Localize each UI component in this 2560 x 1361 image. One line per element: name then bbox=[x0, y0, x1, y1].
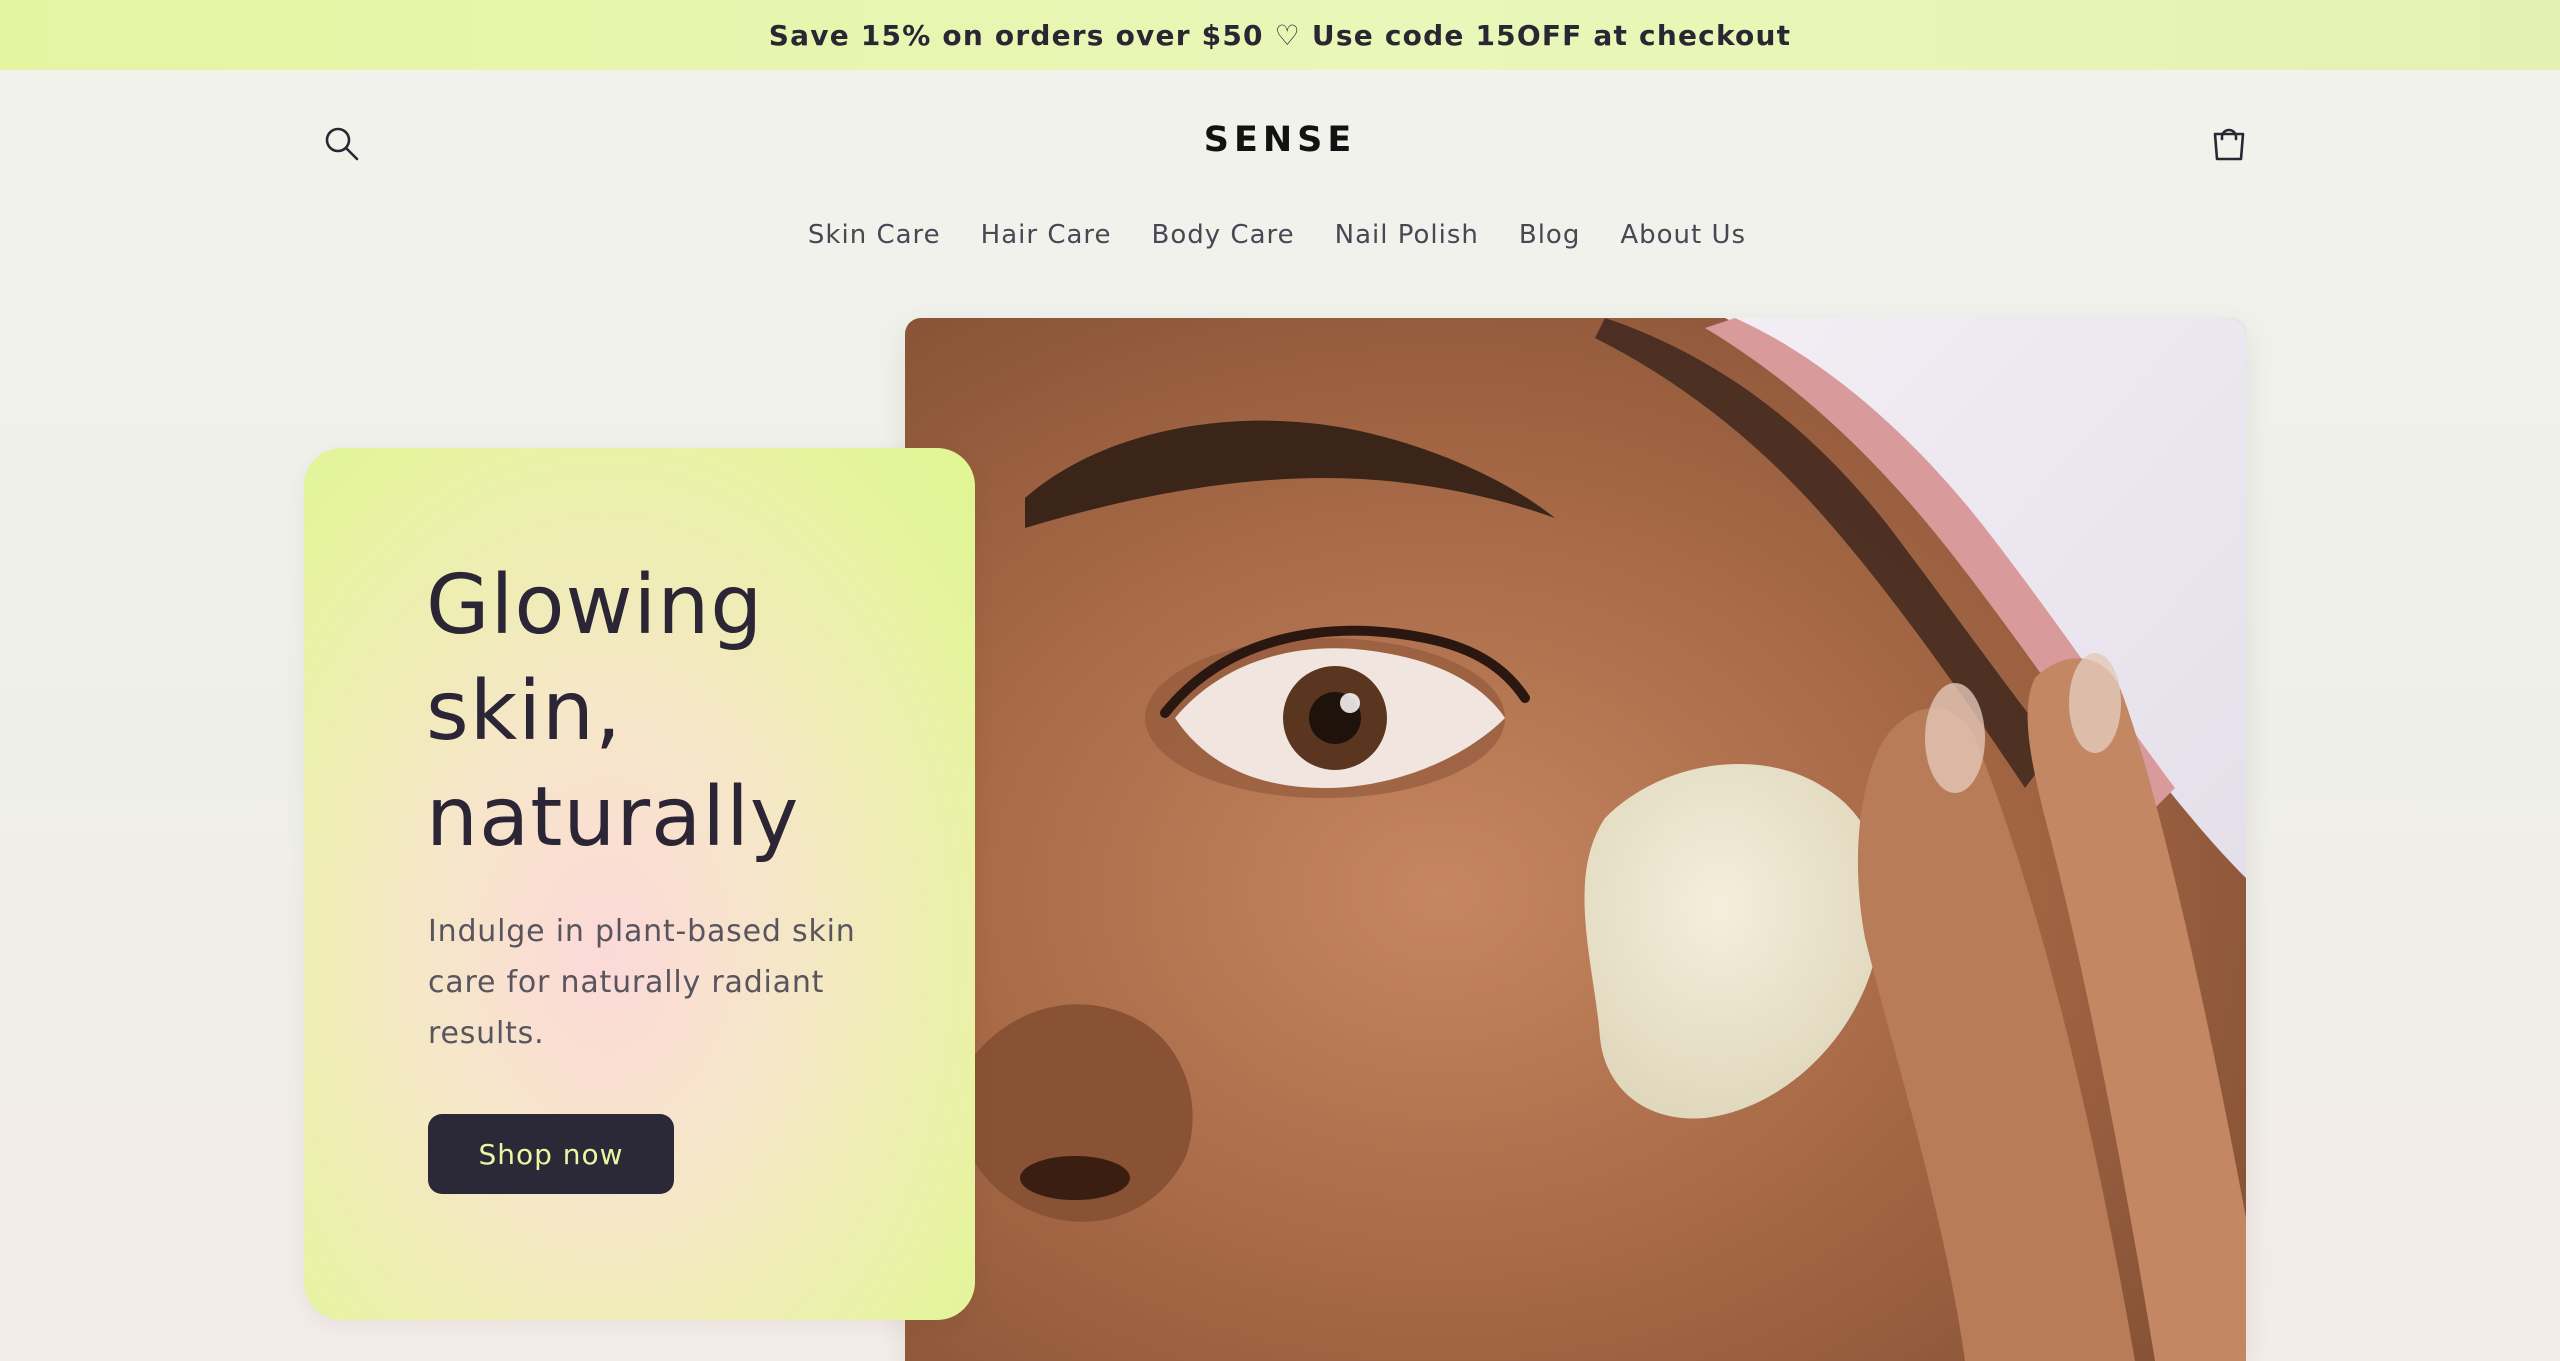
nav-item-about-us[interactable]: About Us bbox=[1620, 220, 1746, 250]
site-header: SENSE Skin Care Hair Care Body Care Nail… bbox=[0, 70, 2560, 280]
nav-item-nail-polish[interactable]: Nail Polish bbox=[1335, 220, 1479, 250]
announcement-bar: Save 15% on orders over $50 ♡ Use code 1… bbox=[0, 0, 2560, 70]
site-logo[interactable]: SENSE bbox=[1080, 120, 1480, 160]
hero-subtitle-line: results. bbox=[428, 1016, 545, 1051]
hero-title-line: naturally bbox=[426, 770, 800, 865]
hero-title-line: Glowing bbox=[426, 558, 764, 653]
main-nav: Skin Care Hair Care Body Care Nail Polis… bbox=[0, 220, 2557, 250]
nav-item-hair-care[interactable]: Hair Care bbox=[981, 220, 1112, 250]
cart-icon bbox=[2213, 128, 2245, 161]
hero-title: Glowing skin, naturally bbox=[426, 553, 946, 871]
hero-subtitle-line: care for naturally radiant bbox=[428, 965, 825, 1000]
nav-item-body-care[interactable]: Body Care bbox=[1152, 220, 1295, 250]
nav-item-blog[interactable]: Blog bbox=[1519, 220, 1580, 250]
search-icon bbox=[325, 127, 359, 161]
hero-image bbox=[905, 318, 2246, 1361]
search-button[interactable] bbox=[314, 116, 370, 172]
announcement-text: Save 15% on orders over $50 ♡ Use code 1… bbox=[768, 18, 1792, 52]
hero-subtitle-line: Indulge in plant-based skin bbox=[428, 914, 856, 949]
hero-title-line: skin, bbox=[426, 664, 623, 759]
shop-now-button[interactable]: Shop now bbox=[428, 1114, 674, 1194]
nav-item-skin-care[interactable]: Skin Care bbox=[808, 220, 941, 250]
hero-subtitle: Indulge in plant-based skin care for nat… bbox=[428, 906, 868, 1059]
hero-card: Glowing skin, naturally Indulge in plant… bbox=[304, 448, 975, 1320]
cart-button[interactable] bbox=[2201, 116, 2257, 172]
